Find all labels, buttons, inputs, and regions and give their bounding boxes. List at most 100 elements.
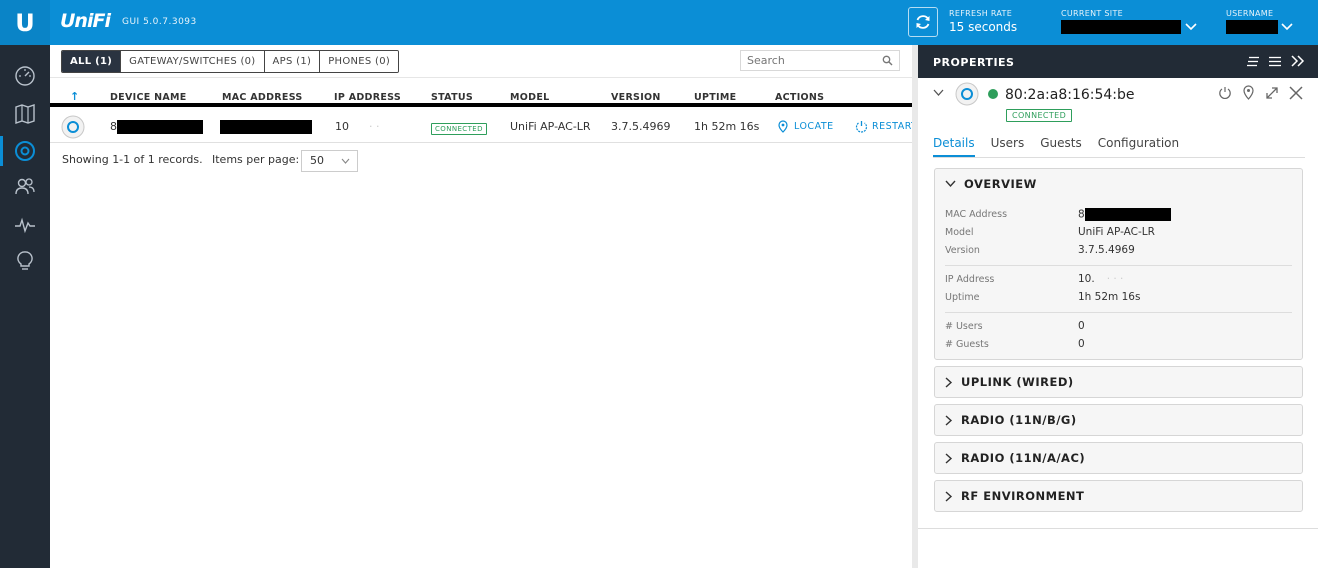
status-text: CONNECTED	[1006, 109, 1073, 122]
column-mac-address[interactable]: MAC ADDRESS	[222, 92, 303, 103]
refresh-button[interactable]	[908, 7, 938, 37]
mac-address-cell	[220, 120, 312, 134]
filter-phones[interactable]: PHONES (0)	[320, 51, 399, 72]
tab-details[interactable]: Details	[933, 136, 975, 157]
properties-panel: PROPERTIES 80:2a:a8:16:54:be CONNECTED D…	[918, 45, 1318, 568]
chevron-down-icon[interactable]	[1185, 22, 1197, 32]
close-icon[interactable]	[1289, 86, 1303, 100]
locate-action[interactable]: LOCATE	[778, 119, 834, 133]
filter-aps[interactable]: APS (1)	[264, 51, 321, 72]
rf-environment-title: RF ENVIRONMENT	[961, 489, 1085, 503]
mac-address-value: 8	[1078, 208, 1171, 221]
logo-letter: U	[15, 8, 35, 37]
selected-device-header: 80:2a:a8:16:54:be CONNECTED	[918, 78, 1318, 128]
expand-icon[interactable]	[1265, 86, 1279, 100]
sort-arrow-icon[interactable]: ↑	[70, 90, 80, 103]
records-summary: Showing 1-1 of 1 records.	[62, 153, 203, 166]
device-icon	[15, 141, 35, 161]
refresh-rate[interactable]: REFRESH RATE 15 seconds	[949, 9, 1017, 34]
status-badge: CONNECTED	[1006, 108, 1073, 122]
guests-count-value: 0	[1078, 338, 1085, 350]
brand-name: UniFi	[60, 10, 111, 32]
radio-na-section[interactable]: RADIO (11N/A/AC)	[934, 442, 1303, 474]
current-site[interactable]: CURRENT SITE	[1061, 9, 1181, 37]
model-label: Model	[945, 227, 974, 238]
username[interactable]: USERNAME	[1226, 9, 1278, 37]
table-row[interactable]: 8 10 · · CONNECTED UniFi AP-AC-LR 3.7.5.4…	[50, 111, 918, 143]
column-device-name[interactable]: DEVICE NAME	[110, 92, 187, 103]
uplink-section[interactable]: UPLINK (WIRED)	[934, 366, 1303, 398]
sidebar	[0, 45, 50, 568]
column-model[interactable]: MODEL	[510, 92, 549, 103]
location-pin-icon[interactable]	[1243, 85, 1254, 100]
gui-version: GUI 5.0.7.3093	[122, 17, 197, 27]
tab-guests[interactable]: Guests	[1040, 136, 1082, 157]
device-filter-tabs: ALL (1) GATEWAY/SWITCHES (0) APS (1) PHO…	[61, 50, 400, 73]
power-icon[interactable]	[1218, 86, 1232, 100]
radio-ng-title: RADIO (11N/B/G)	[961, 413, 1077, 427]
locate-label: LOCATE	[794, 121, 834, 132]
properties-header: PROPERTIES	[918, 45, 1318, 78]
username-label: USERNAME	[1226, 9, 1274, 18]
chevron-right-icon	[945, 376, 953, 388]
menu-icon[interactable]	[1268, 56, 1282, 67]
chevron-right-icon	[945, 490, 953, 502]
users-count-label: # Users	[945, 321, 983, 332]
chevron-down-icon	[945, 180, 956, 188]
ip-address-cell: 10 · ·	[335, 120, 380, 133]
column-status[interactable]: STATUS	[431, 92, 473, 103]
uptime-value: 1h 52m 16s	[1078, 291, 1141, 303]
search-icon	[882, 55, 893, 66]
chevron-right-icon	[945, 452, 953, 464]
chevron-down-icon	[341, 158, 350, 164]
items-per-page-label: Items per page:	[212, 153, 300, 166]
sidebar-item-devices[interactable]	[0, 132, 50, 170]
sidebar-item-map[interactable]	[0, 95, 50, 133]
model-value: UniFi AP-AC-LR	[1078, 226, 1155, 238]
chevron-down-icon[interactable]	[933, 89, 944, 97]
overview-title: OVERVIEW	[964, 177, 1037, 191]
items-per-page-select[interactable]: 50	[301, 150, 358, 172]
chevron-down-icon[interactable]	[1281, 22, 1293, 32]
column-ip-address[interactable]: IP ADDRESS	[334, 92, 401, 103]
chevron-right-icon	[945, 414, 953, 426]
devices-main: ALL (1) GATEWAY/SWITCHES (0) APS (1) PHO…	[50, 45, 918, 568]
divider	[945, 265, 1292, 266]
mac-address-label: MAC Address	[945, 209, 1008, 220]
sidebar-item-dashboard[interactable]	[0, 57, 50, 95]
status-dot	[988, 89, 998, 99]
compact-list-icon[interactable]	[1246, 56, 1260, 67]
properties-tabs: Details Users Guests Configuration	[933, 136, 1305, 158]
overview-toggle[interactable]: OVERVIEW	[935, 169, 1302, 199]
uptime-label: Uptime	[945, 292, 980, 303]
ip-address-label: IP Address	[945, 274, 995, 285]
radio-na-title: RADIO (11N/A/AC)	[961, 451, 1086, 465]
tab-users[interactable]: Users	[991, 136, 1025, 157]
radio-ng-section[interactable]: RADIO (11N/B/G)	[934, 404, 1303, 436]
rf-environment-section[interactable]: RF ENVIRONMENT	[934, 480, 1303, 512]
device-name-prefix: 8	[110, 120, 117, 133]
ip-prefix: 10	[335, 120, 349, 133]
sidebar-item-statistics[interactable]	[0, 206, 50, 244]
column-actions: ACTIONS	[775, 92, 825, 103]
filter-gateway-switches[interactable]: GATEWAY/SWITCHES (0)	[121, 51, 265, 72]
collapse-panel-icon[interactable]	[1291, 55, 1305, 67]
search-input[interactable]	[740, 50, 900, 71]
overview-section: OVERVIEW MAC Address 8 Model UniFi AP-AC…	[934, 168, 1303, 360]
tab-configuration[interactable]: Configuration	[1098, 136, 1179, 157]
column-version[interactable]: VERSION	[611, 92, 661, 103]
map-icon	[15, 104, 35, 124]
divider	[945, 312, 1292, 313]
filter-all[interactable]: ALL (1)	[62, 51, 122, 72]
access-point-icon	[955, 82, 979, 106]
uptime-cell: 1h 52m 16s	[694, 120, 760, 133]
items-per-page-value: 50	[310, 154, 324, 167]
restart-action[interactable]: RESTART	[855, 119, 917, 133]
username-redacted	[1226, 20, 1278, 34]
status-badge: CONNECTED	[431, 121, 487, 135]
sidebar-item-insights[interactable]	[0, 242, 50, 280]
column-uptime[interactable]: UPTIME	[694, 92, 736, 103]
mac-redacted	[220, 120, 312, 134]
sidebar-item-clients[interactable]	[0, 168, 50, 206]
ubiquiti-logo[interactable]: U	[0, 0, 50, 45]
